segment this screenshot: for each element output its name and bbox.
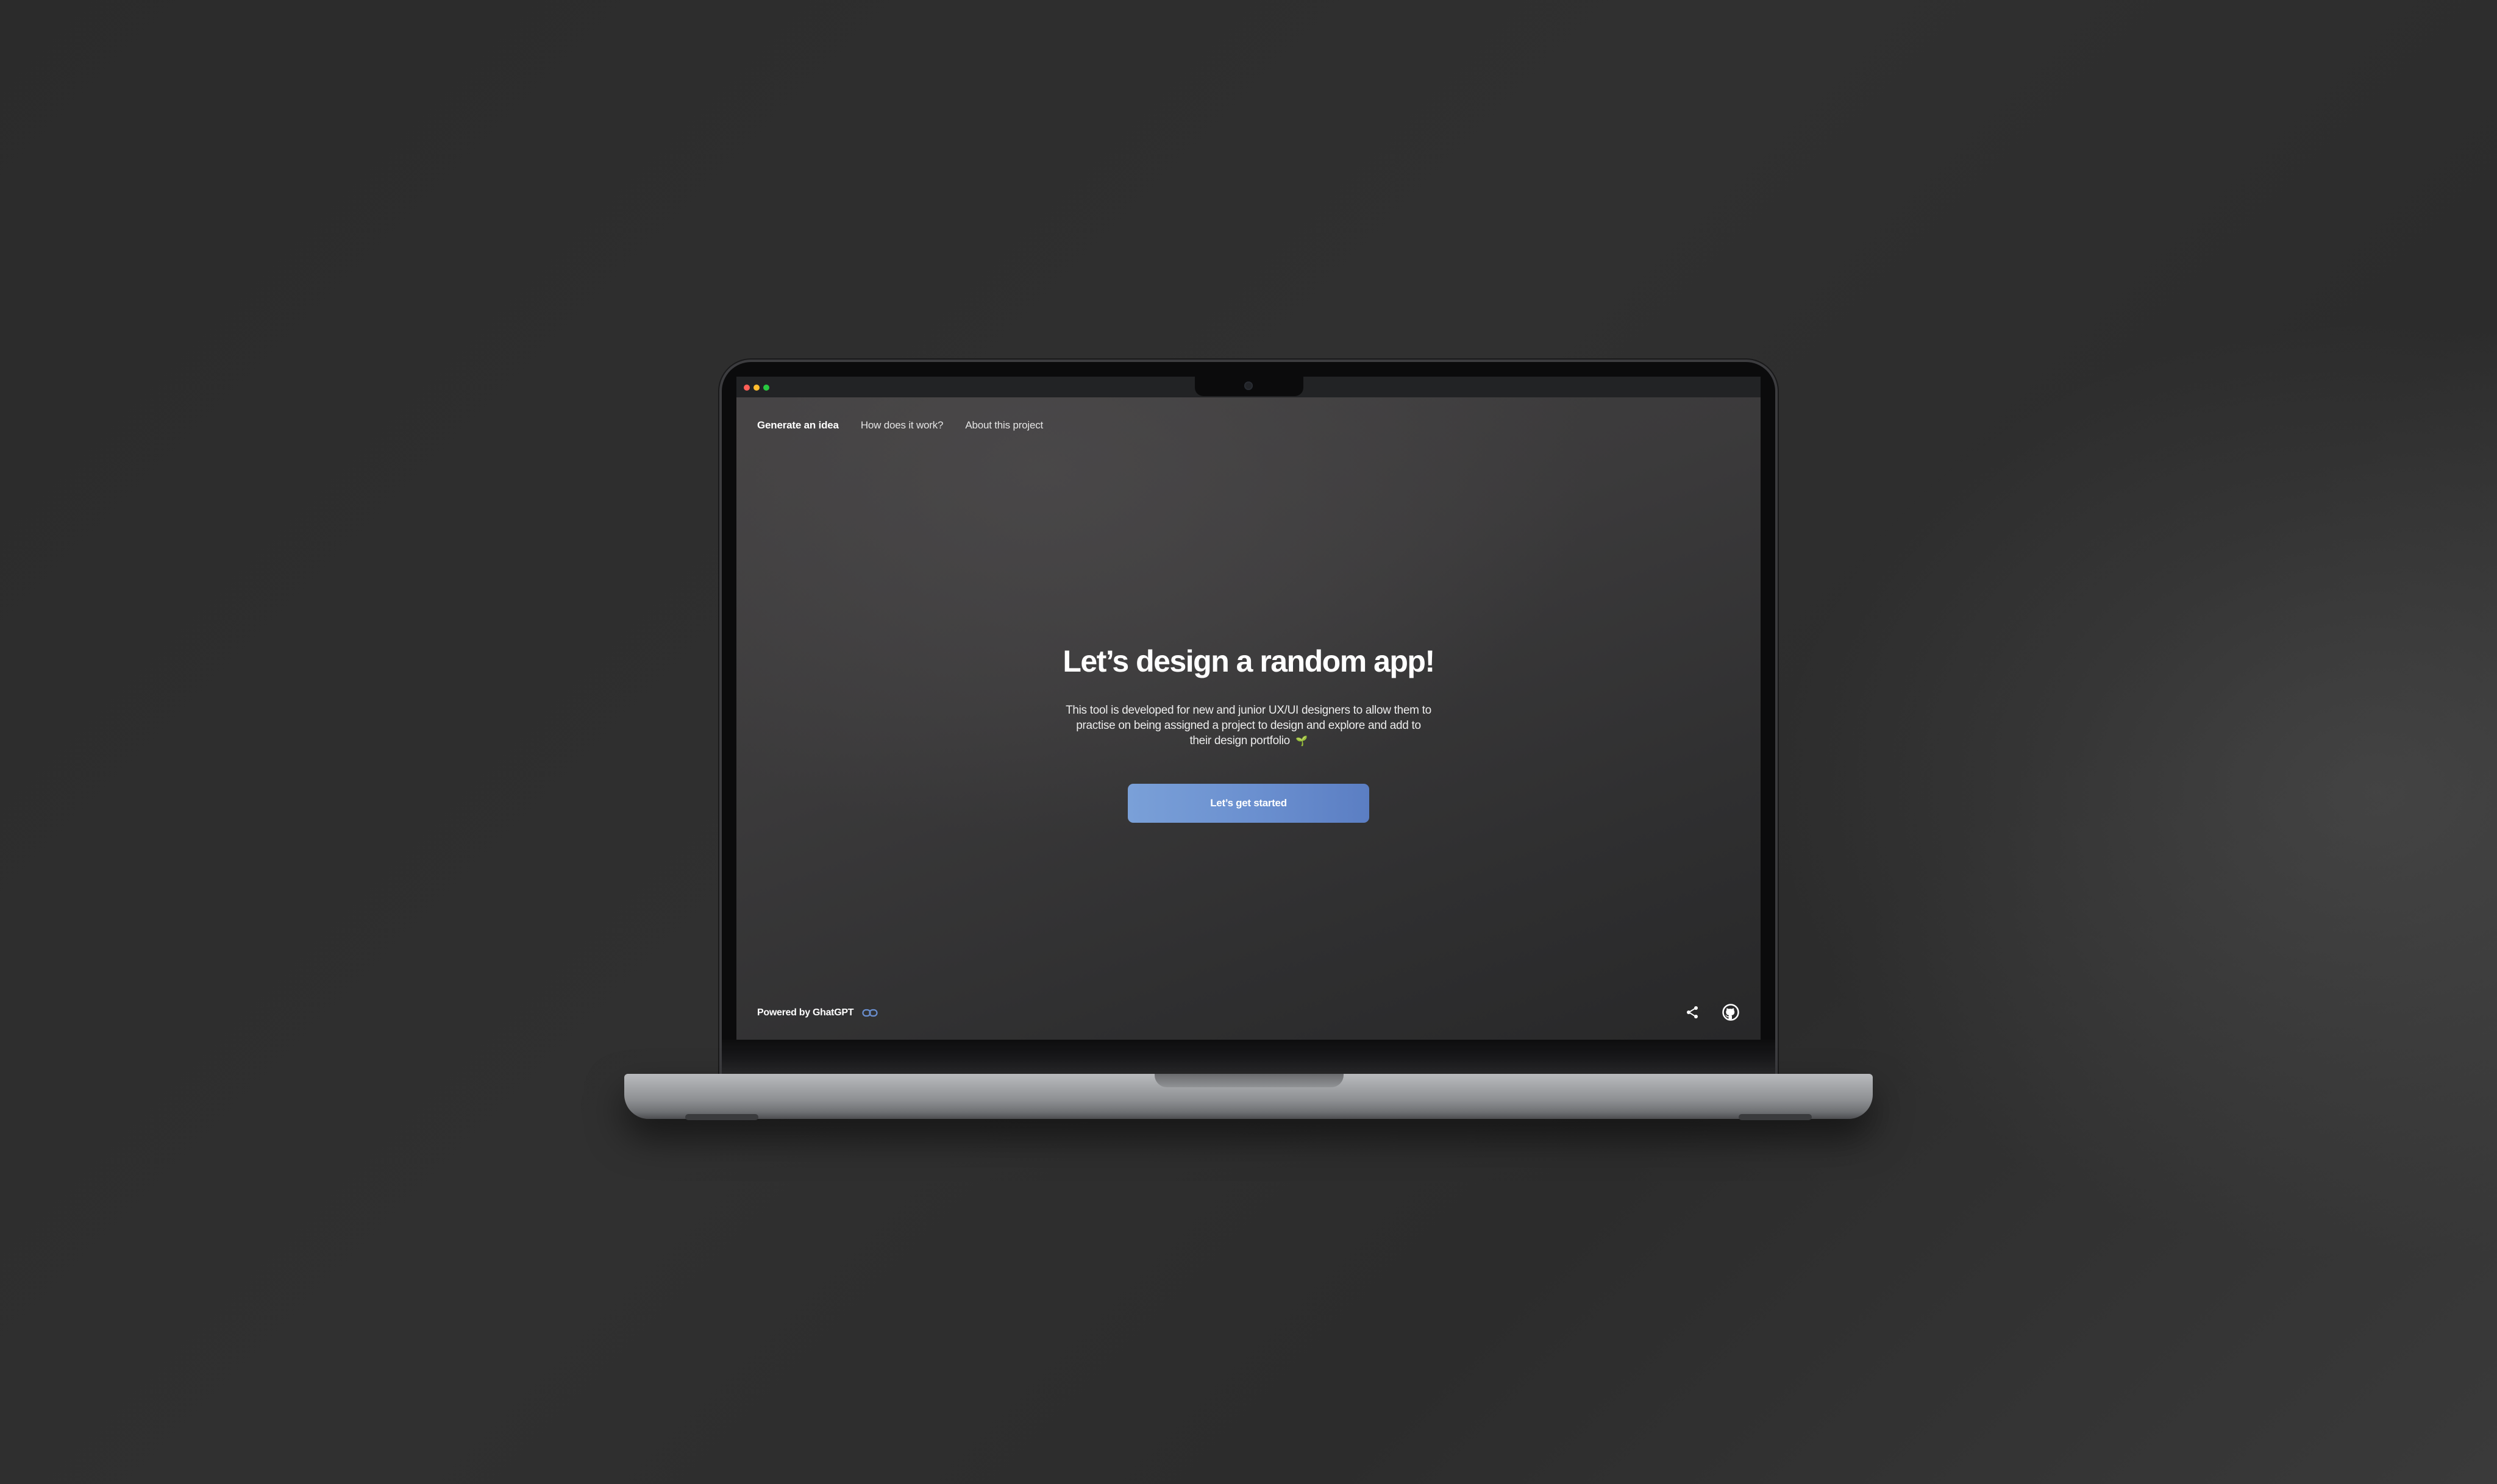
sprout-emoji-icon: 🌱 xyxy=(1295,736,1308,747)
minimize-window-button[interactable] xyxy=(753,385,760,391)
camera-notch xyxy=(1195,377,1303,396)
hero-description: This tool is developed for new and junio… xyxy=(1066,703,1431,749)
camera-icon xyxy=(1244,382,1253,390)
top-nav: Generate an idea How does it work? About… xyxy=(757,419,1043,431)
maximize-window-button[interactable] xyxy=(763,385,769,391)
link-icon[interactable] xyxy=(862,1009,878,1017)
screen-bottom-bezel xyxy=(722,1040,1775,1075)
get-started-button[interactable]: Let’s get started xyxy=(1128,784,1369,823)
lid-opening-notch xyxy=(1155,1074,1344,1087)
laptop-base xyxy=(624,1074,1873,1120)
laptop-foot-left xyxy=(685,1114,758,1120)
powered-by-label: Powered by GhatGPT xyxy=(757,1007,854,1018)
app-screen: Generate an idea How does it work? About… xyxy=(736,377,1761,1040)
github-icon[interactable] xyxy=(1722,1003,1740,1024)
nav-about-project[interactable]: About this project xyxy=(965,419,1043,431)
share-icon[interactable] xyxy=(1685,1005,1700,1023)
laptop-foot-right xyxy=(1739,1114,1812,1120)
footer-powered-by: Powered by GhatGPT xyxy=(757,1007,878,1018)
hero-title: Let’s design a random app! xyxy=(1063,644,1435,678)
close-window-button[interactable] xyxy=(744,385,750,391)
hero-description-text: This tool is developed for new and junio… xyxy=(1066,704,1431,747)
footer-actions xyxy=(1685,1003,1740,1024)
nav-how-it-works[interactable]: How does it work? xyxy=(861,419,944,431)
nav-generate-idea[interactable]: Generate an idea xyxy=(757,419,839,431)
